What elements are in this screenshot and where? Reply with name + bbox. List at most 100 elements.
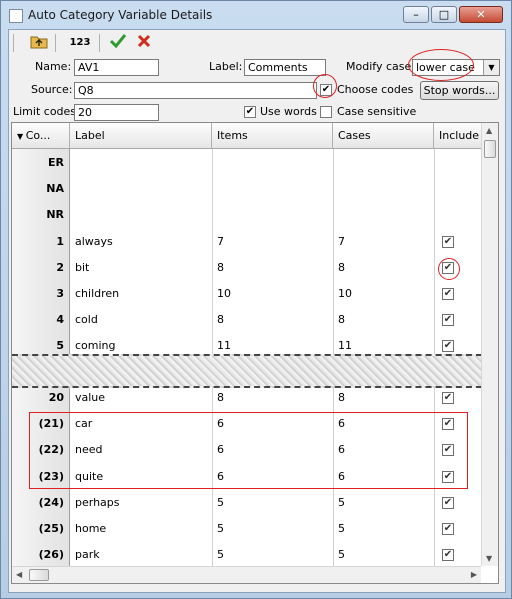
row-items[interactable]: 7 [217,235,224,248]
choose-codes-checkbox[interactable]: ✔ [320,84,332,96]
scroll-left-icon[interactable]: ◀ [16,570,22,579]
use-words-checkbox[interactable]: ✔ [244,106,256,118]
include-checkbox[interactable]: ✔ [442,418,454,431]
scroll-right-icon[interactable]: ▶ [471,570,477,579]
maximize-button[interactable]: □ [431,6,457,23]
include-checkbox[interactable]: ✔ [442,235,454,248]
row-code[interactable]: 2 [12,261,64,274]
include-checkbox[interactable]: ✔ [442,444,454,457]
row-code[interactable]: 20 [12,391,64,404]
horizontal-scrollbar[interactable]: ◀ ▶ [12,566,481,583]
ok-check-icon[interactable] [107,33,129,53]
row-items[interactable]: 8 [217,261,224,274]
row-code[interactable]: (23) [12,470,64,483]
codes-grid[interactable]: ▼ Co... Label Items Cases Include ER NA NR… [11,122,499,584]
row-code[interactable]: (26) [12,548,64,561]
numbering-label: 123 [69,37,91,48]
row-cases[interactable]: 8 [338,391,345,404]
source-field[interactable]: Q8 [74,82,317,99]
row-label[interactable]: car [75,417,92,430]
case-sensitive-checkbox[interactable] [320,106,332,118]
modify-case-value: lower case [416,61,475,74]
numbering-icon[interactable]: 123 [67,33,93,53]
column-header-label[interactable]: Label [70,123,212,148]
label-field[interactable]: Comments [244,59,326,76]
include-checkbox[interactable]: ✔ [442,470,454,483]
include-checkbox[interactable]: ✔ [442,392,454,404]
row-cases[interactable]: 5 [338,548,345,561]
row-items[interactable]: 6 [217,417,224,430]
column-header-include[interactable]: Include [434,123,482,148]
row-code[interactable]: (24) [12,496,64,509]
row-code[interactable]: 5 [12,339,64,352]
stop-words-button[interactable]: Stop words... [420,81,499,100]
row-items[interactable]: 5 [217,496,224,509]
row-label[interactable]: quite [75,470,103,483]
row-code[interactable]: NA [12,182,64,195]
include-checkbox[interactable]: ✔ [442,261,454,274]
column-header-cases[interactable]: Cases [333,123,434,148]
name-field[interactable]: AV1 [74,59,159,76]
name-label: Name: [35,60,72,73]
title-bar[interactable]: Auto Category Variable Details – □ ✕ [1,1,511,29]
include-checkbox[interactable]: ✔ [442,288,454,300]
row-items[interactable]: 11 [217,339,231,352]
row-code[interactable]: ER [12,156,64,169]
column-header-code[interactable]: ▼ Co... [12,123,70,148]
row-cases[interactable]: 8 [338,313,345,326]
row-items[interactable]: 5 [217,548,224,561]
row-cases[interactable]: 5 [338,496,345,509]
row-items[interactable]: 8 [217,313,224,326]
row-items[interactable]: 6 [217,443,224,456]
row-items[interactable]: 10 [217,287,231,300]
row-label[interactable]: perhaps [75,496,120,509]
row-label[interactable]: bit [75,261,89,274]
scroll-thumb-vertical[interactable] [484,140,496,158]
row-code[interactable]: NR [12,208,64,221]
row-label[interactable]: need [75,443,103,456]
close-button[interactable]: ✕ [459,6,503,23]
row-code[interactable]: 1 [12,235,64,248]
row-cases[interactable]: 6 [338,443,345,456]
row-items[interactable]: 8 [217,391,224,404]
scroll-thumb-horizontal[interactable] [29,569,49,581]
modify-case-label: Modify case: [346,60,415,73]
include-checkbox[interactable]: ✔ [442,549,454,562]
row-label[interactable]: always [75,235,113,248]
vertical-scrollbar[interactable]: ▲ ▼ [481,123,498,566]
column-header-items[interactable]: Items [212,123,333,148]
row-label[interactable]: home [75,522,106,535]
include-checkbox[interactable]: ✔ [442,314,454,327]
scroll-up-icon[interactable]: ▲ [486,126,492,135]
row-items[interactable]: 5 [217,522,224,535]
scroll-down-icon[interactable]: ▼ [486,554,492,563]
row-label[interactable]: value [75,391,105,404]
limit-codes-field[interactable]: 20 [74,104,159,121]
row-cases[interactable]: 6 [338,417,345,430]
chevron-down-icon[interactable]: ▼ [483,60,499,75]
row-code[interactable]: 4 [12,313,64,326]
row-cases[interactable]: 6 [338,470,345,483]
folder-up-icon[interactable] [28,33,50,53]
row-cases[interactable]: 10 [338,287,352,300]
include-checkbox[interactable]: ✔ [442,496,454,509]
include-checkbox[interactable]: ✔ [442,523,454,535]
use-words-label: Use words [260,105,317,118]
row-cases[interactable]: 7 [338,235,345,248]
minimize-button[interactable]: – [403,6,429,23]
row-code[interactable]: 3 [12,287,64,300]
cancel-x-icon[interactable] [133,33,155,53]
row-label[interactable]: park [75,548,100,561]
row-code[interactable]: (22) [12,443,64,456]
row-label[interactable]: coming [75,339,116,352]
row-cases[interactable]: 8 [338,261,345,274]
include-checkbox[interactable]: ✔ [442,340,454,353]
row-items[interactable]: 6 [217,470,224,483]
row-cases[interactable]: 5 [338,522,345,535]
modify-case-select[interactable]: lower case ▼ [412,59,500,76]
row-code[interactable]: (25) [12,522,64,535]
row-cases[interactable]: 11 [338,339,352,352]
row-code[interactable]: (21) [12,417,64,430]
row-label[interactable]: children [75,287,119,300]
row-label[interactable]: cold [75,313,98,326]
